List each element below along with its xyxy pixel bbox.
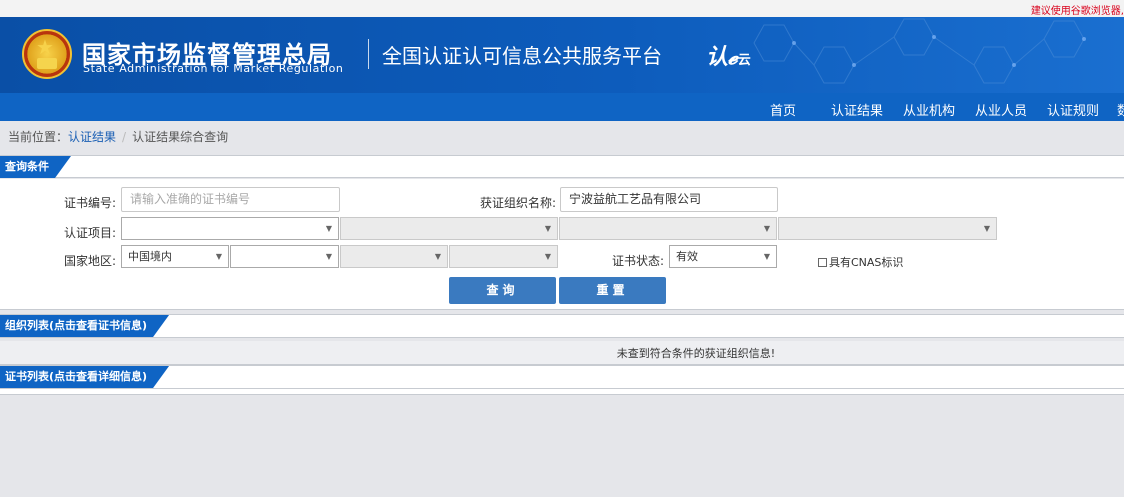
cnas-checkbox[interactable] (818, 257, 827, 267)
national-emblem-icon: ★ (22, 29, 72, 79)
breadcrumb: 当前位置：认证结果 / 认证结果综合查询 (8, 128, 228, 145)
org-name-label: 获证组织名称: (480, 196, 557, 210)
cnas-checkbox-label: 具有CNAS标识 (829, 256, 904, 269)
logo-text: 认 (706, 45, 729, 70)
chevron-down-icon: ▼ (983, 224, 990, 233)
chevron-down-icon: ▼ (325, 224, 332, 233)
header-divider (368, 39, 369, 69)
chevron-down-icon: ▼ (434, 252, 441, 261)
project-select-1[interactable]: ▼ (121, 217, 339, 240)
breadcrumb-separator: / (122, 130, 127, 144)
chevron-down-icon: ▼ (763, 224, 770, 233)
reset-button[interactable]: 重置 (559, 277, 666, 304)
site-banner: ★ 国家市场监督管理总局 State Administration for Ma… (0, 17, 1124, 93)
project-select-3: ▼ (559, 217, 777, 240)
org-list-section-header: 组织列表(点击查看证书信息) (0, 314, 1124, 338)
chevron-down-icon: ▼ (325, 252, 332, 261)
top-utility-bar: 建议使用谷歌浏览器, (0, 0, 1124, 17)
chevron-down-icon: ▼ (763, 252, 770, 261)
project-label: 认证项目: (64, 226, 117, 240)
platform-title: 全国认证认可信息公共服务平台 (382, 44, 662, 68)
status-select[interactable]: 有效 ▼ (669, 245, 777, 268)
query-section-header: 查询条件 (0, 155, 1124, 178)
nav-item-home[interactable]: 首页 (770, 100, 796, 119)
renzheng-cloud-logo: 认𝓮云 (706, 39, 751, 71)
chevron-down-icon: ▼ (544, 252, 551, 261)
nav-item-results[interactable]: 认证结果 (831, 100, 883, 119)
org-name-input[interactable]: 宁波益航工艺品有限公司 (560, 187, 778, 212)
status-label: 证书状态: (612, 254, 665, 268)
cert-list-section-header: 证书列表(点击查看详细信息) (0, 365, 1124, 389)
agency-name-en: State Administration for Market Regulati… (83, 62, 344, 75)
breadcrumb-prefix: 当前位置： (8, 130, 69, 144)
gate-icon (37, 58, 57, 69)
main-nav: 首页 认证结果 从业机构 从业人员 认证规则 数 (0, 93, 1124, 121)
breadcrumb-current: 认证结果综合查询 (132, 130, 229, 144)
nav-item-personnel[interactable]: 从业人员 (975, 100, 1027, 119)
cert-no-input[interactable]: 请输入准确的证书编号 (121, 187, 340, 212)
project-select-2: ▼ (340, 217, 558, 240)
cnas-checkbox-wrap[interactable]: 具有CNAS标识 (818, 254, 903, 270)
region-select-value: 中国境内 (128, 250, 172, 263)
logo-swirl-icon: 𝓮 (728, 45, 738, 70)
nav-item-institutions[interactable]: 从业机构 (903, 100, 955, 119)
region-select-city: ▼ (340, 245, 448, 268)
chevron-down-icon: ▼ (544, 224, 551, 233)
hexagon-pattern-decoration (753, 18, 1086, 84)
logo-sub-text: 云 (737, 53, 751, 68)
nav-item-rules[interactable]: 认证规则 (1047, 100, 1099, 119)
cert-list-body (0, 389, 1124, 395)
chevron-down-icon: ▼ (215, 252, 222, 261)
star-icon: ★ (36, 35, 54, 59)
region-select-district: ▼ (449, 245, 558, 268)
region-select-country[interactable]: 中国境内 ▼ (121, 245, 229, 268)
region-select-province[interactable]: ▼ (230, 245, 339, 268)
org-list-empty-row: 未查到符合条件的获证组织信息! (0, 341, 1124, 365)
cert-no-label: 证书编号: (64, 196, 117, 210)
query-section-title: 查询条件 (0, 156, 71, 178)
region-label: 国家地区: (64, 254, 117, 268)
org-list-empty-message: 未查到符合条件的获证组织信息! (616, 347, 776, 360)
project-select-4: ▼ (778, 217, 997, 240)
org-list-section-title: 组织列表(点击查看证书信息) (0, 315, 169, 337)
search-button[interactable]: 查询 (449, 277, 556, 304)
cert-list-section-title: 证书列表(点击查看详细信息) (0, 366, 169, 388)
status-select-value: 有效 (676, 250, 698, 263)
nav-item-data[interactable]: 数 (1117, 100, 1124, 119)
breadcrumb-link-results[interactable]: 认证结果 (68, 130, 116, 144)
browser-tip: 建议使用谷歌浏览器, (1030, 6, 1124, 17)
